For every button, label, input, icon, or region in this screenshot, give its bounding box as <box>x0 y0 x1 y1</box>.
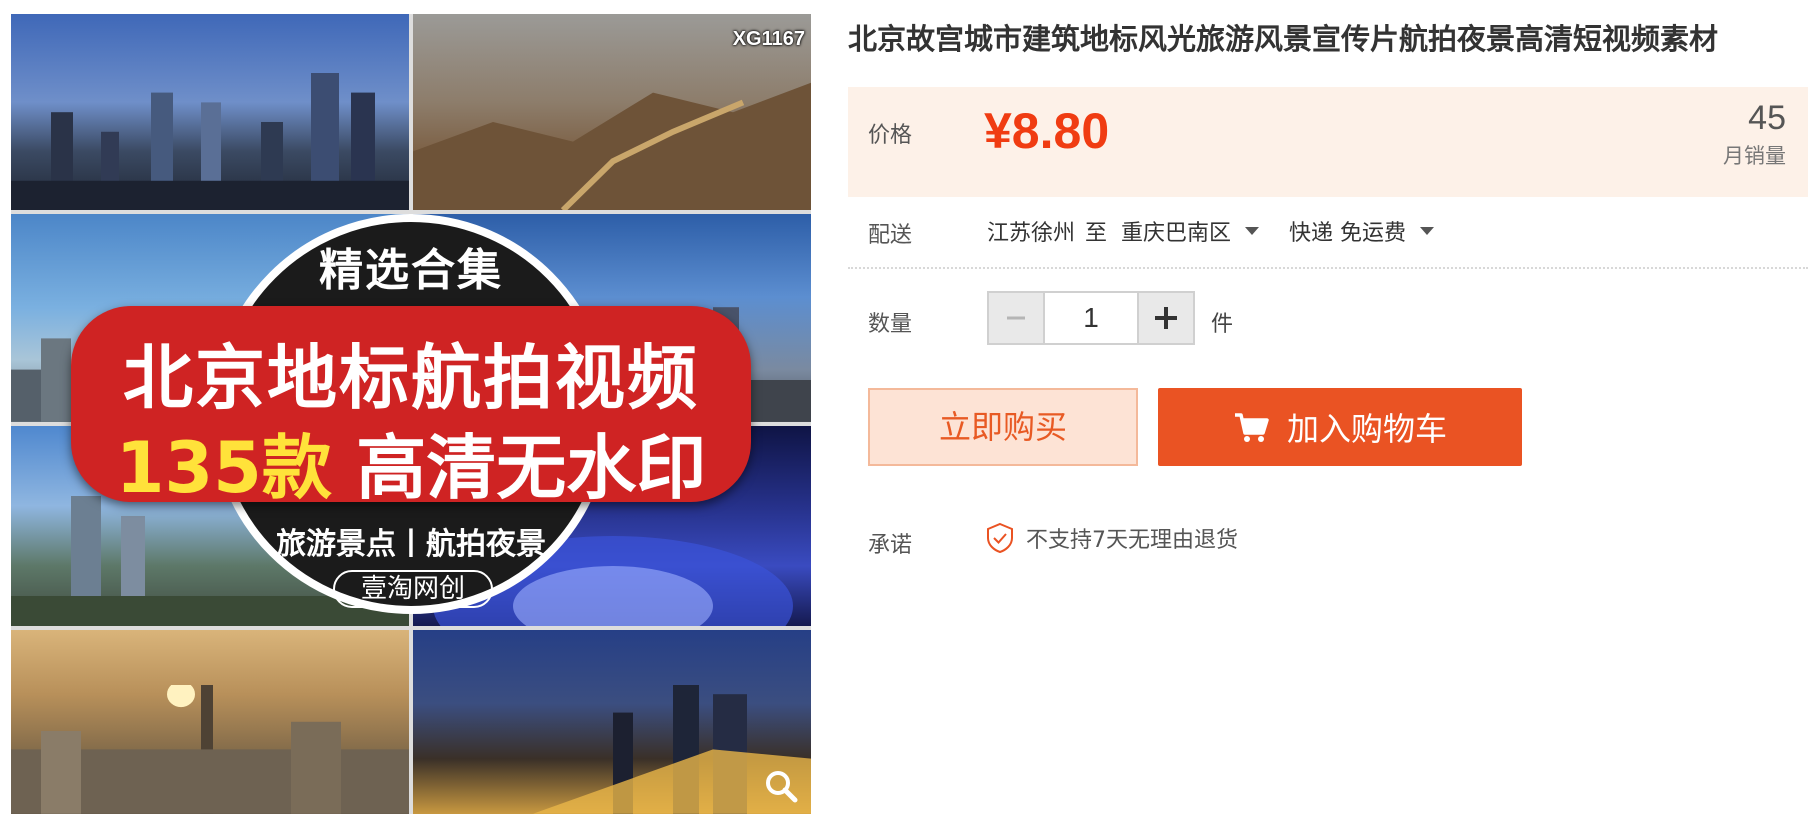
sales-count: 45 <box>1748 99 1786 137</box>
banner-brand: 壹淘网创 <box>333 570 493 608</box>
minus-icon <box>1007 316 1025 320</box>
delivery-to-word: 至 <box>1085 221 1108 246</box>
delivery-label: 配送 <box>868 223 913 248</box>
increase-button[interactable] <box>1139 293 1193 343</box>
banner-tagline: 旅游景点丨航拍夜景 <box>276 527 546 562</box>
photo-great-wall: XG1167 <box>413 14 811 210</box>
promise-label: 承诺 <box>868 533 913 558</box>
delivery-origin: 江苏徐州 <box>987 221 1076 246</box>
cart-icon <box>1233 411 1269 443</box>
add-to-cart-button[interactable]: 加入购物车 <box>1158 388 1522 466</box>
quantity-unit: 件 <box>1211 312 1234 337</box>
promise-text: 不支持7天无理由退货 <box>1026 528 1238 553</box>
shipping-method-select[interactable]: 快递 免运费 <box>1289 215 1406 247</box>
price-panel: 价格 ¥8.80 45 月销量 <box>848 87 1808 197</box>
destination-caret-icon[interactable] <box>1245 227 1260 235</box>
photo-night-traffic <box>413 630 811 814</box>
quantity-input[interactable] <box>1043 293 1139 343</box>
promise-row: 不支持7天无理由退货 <box>986 522 1238 554</box>
divider <box>848 267 1808 269</box>
banner-title: 北京地标航拍视频 <box>123 337 699 419</box>
price-value: ¥8.80 <box>984 103 1110 159</box>
quantity-stepper <box>987 291 1195 345</box>
price-label: 价格 <box>868 123 913 148</box>
product-main-image[interactable]: XG1167 精选合集 北京地标航拍视频 135款 高清无水印 旅游景点丨航拍夜… <box>11 14 811 814</box>
banner-heading: 精选合集 <box>319 245 503 296</box>
delivery-row: 江苏徐州 至 重庆巴南区 快递 免运费 <box>987 215 1435 247</box>
zoom-icon[interactable] <box>763 768 799 804</box>
banner-count: 135款 <box>115 427 332 509</box>
photo-sunset-city <box>11 630 409 814</box>
sales-label: 月销量 <box>1723 144 1786 168</box>
quantity-label: 数量 <box>868 312 913 337</box>
banner-subtitle-rest: 高清无水印 <box>331 427 707 509</box>
product-code: XG1167 <box>732 28 805 50</box>
shipping-caret-icon[interactable] <box>1420 227 1435 235</box>
shield-check-icon <box>986 522 1014 554</box>
decrease-button[interactable] <box>989 293 1043 343</box>
delivery-destination-select[interactable]: 重庆巴南区 <box>1121 215 1231 247</box>
monthly-sales: 45 月销量 <box>1723 99 1786 170</box>
banner-subtitle: 135款 高清无水印 <box>71 412 751 513</box>
product-title: 北京故宫城市建筑地标风光旅游风景宣传片航拍夜景高清短视频素材 <box>848 22 1719 56</box>
add-to-cart-label: 加入购物车 <box>1286 410 1447 448</box>
photo-cbd-skyline <box>11 14 409 210</box>
buy-now-button[interactable]: 立即购买 <box>868 388 1138 466</box>
plus-icon <box>1155 307 1177 329</box>
